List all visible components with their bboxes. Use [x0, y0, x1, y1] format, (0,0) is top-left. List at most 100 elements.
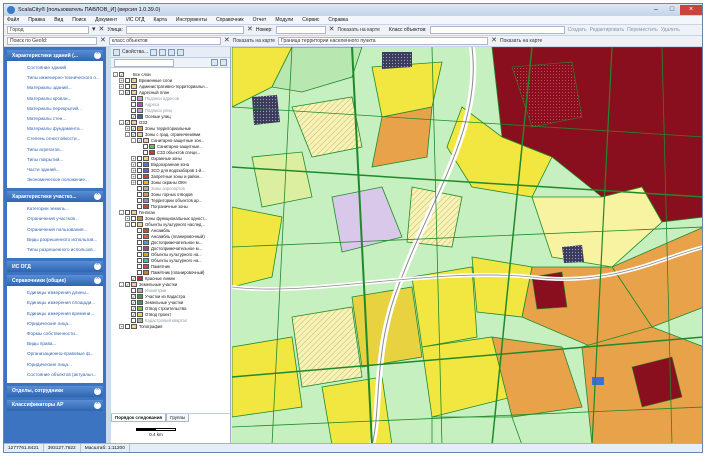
menu-item[interactable]: Файл: [7, 17, 19, 23]
section-header[interactable]: Характеристики участко... ⌃: [7, 191, 103, 203]
zoom-icon[interactable]: [150, 48, 158, 56]
collapse-chevron-icon[interactable]: ⌃: [94, 277, 101, 285]
layer-checkbox[interactable]: [131, 287, 136, 293]
menu-item[interactable]: Модули: [275, 17, 293, 23]
expand-toggle-icon[interactable]: +: [131, 167, 136, 173]
collapse-chevron-icon[interactable]: ⌃: [94, 401, 101, 409]
expand-toggle-icon[interactable]: -: [119, 209, 124, 215]
pan-icon[interactable]: [168, 48, 176, 56]
menu-item[interactable]: Отчет: [253, 17, 267, 23]
layer-checkbox[interactable]: [131, 101, 136, 107]
layer-checkbox[interactable]: [137, 191, 142, 197]
expand-toggle-icon[interactable]: -: [113, 71, 118, 77]
layer-checkbox[interactable]: [131, 95, 136, 101]
layer-checkbox[interactable]: [137, 263, 142, 269]
object-class-input[interactable]: класс объектов: [108, 37, 221, 45]
layer-checkbox[interactable]: [137, 269, 142, 275]
section-header[interactable]: ИС ОГД ⌃: [7, 261, 103, 273]
expand-toggle-icon[interactable]: +: [125, 215, 130, 221]
layer-tree-row[interactable]: + Топография: [111, 323, 230, 329]
expand-toggle-icon[interactable]: +: [125, 125, 130, 131]
collapse-chevron-icon[interactable]: ⌃: [94, 387, 101, 395]
show-on-map-button-3[interactable]: Показать на карте: [500, 38, 542, 44]
show-on-map-button-2[interactable]: Показать на карте: [233, 38, 275, 44]
expand-toggle-icon[interactable]: +: [131, 161, 136, 167]
create-button[interactable]: Создать: [568, 27, 587, 33]
expand-toggle-icon[interactable]: -: [119, 281, 124, 287]
reference-link[interactable]: Виды разрешенного использов...: [7, 235, 103, 245]
clear-number-icon[interactable]: ✕: [329, 26, 335, 34]
layer-checkbox[interactable]: [137, 251, 142, 257]
show-on-map-button[interactable]: Показать на карте: [338, 27, 380, 33]
reference-link[interactable]: Ограничения участков...: [7, 214, 103, 224]
clear-street-icon[interactable]: ✕: [247, 26, 253, 34]
layer-checkbox[interactable]: ✓: [131, 275, 136, 281]
menu-item[interactable]: Справка: [328, 17, 348, 23]
layer-checkbox[interactable]: [143, 149, 148, 155]
layer-checkbox[interactable]: [137, 257, 142, 263]
reference-link[interactable]: Материалы перекрытий...: [7, 104, 103, 114]
reference-link[interactable]: Состояние объектов (актуальн...: [7, 370, 103, 380]
move-button[interactable]: Переместить: [627, 27, 658, 33]
layer-checkbox[interactable]: [137, 167, 142, 173]
reference-link[interactable]: Единицы измерения времени...: [7, 309, 103, 319]
clear-boundary-icon[interactable]: ✕: [491, 37, 497, 45]
clear-icon[interactable]: ✕: [99, 26, 105, 34]
layer-checkbox[interactable]: ✓: [131, 299, 136, 305]
reference-link[interactable]: Материалы фундамента...: [7, 124, 103, 134]
expand-toggle-icon[interactable]: +: [131, 173, 136, 179]
layer-checkbox[interactable]: [137, 173, 142, 179]
menu-item[interactable]: Инструменты: [176, 17, 207, 23]
reference-link[interactable]: Типы разрешенного использов...: [7, 245, 103, 255]
properties-button[interactable]: Свойства...: [122, 49, 148, 55]
reference-link[interactable]: Типы инженерно-технического о...: [7, 73, 103, 83]
menu-item[interactable]: Поиск: [72, 17, 86, 23]
layer-checkbox[interactable]: [137, 227, 142, 233]
expand-toggle-icon[interactable]: +: [119, 77, 124, 83]
layer-checkbox[interactable]: [137, 197, 142, 203]
section-header[interactable]: Классификаторы АР ⌃: [7, 399, 103, 411]
map-canvas[interactable]: [232, 47, 702, 443]
layer-checkbox[interactable]: ✓: [131, 131, 136, 137]
menu-item[interactable]: Сервис: [302, 17, 319, 23]
reference-link[interactable]: Юридические лица...: [7, 360, 103, 370]
info-icon[interactable]: [177, 48, 185, 56]
reference-link[interactable]: Экономическое положение...: [7, 175, 103, 185]
layer-checkbox[interactable]: [131, 221, 136, 227]
reference-link[interactable]: Типы покрытий...: [7, 155, 103, 165]
properties-icon[interactable]: [113, 48, 120, 56]
reference-link[interactable]: Формы собственности...: [7, 329, 103, 339]
layer-checkbox[interactable]: [143, 143, 148, 149]
layer-checkbox[interactable]: [125, 323, 130, 329]
layer-checkbox[interactable]: [131, 107, 136, 113]
reference-link[interactable]: Материалы зданий...: [7, 83, 103, 93]
reference-link[interactable]: Ограничения пользования...: [7, 225, 103, 235]
reference-link[interactable]: Виды права...: [7, 339, 103, 349]
street-input[interactable]: [125, 26, 244, 34]
reference-link[interactable]: Организационно-правовые ф...: [7, 349, 103, 359]
layer-checkbox[interactable]: [125, 209, 130, 215]
close-tree-icon[interactable]: [220, 59, 227, 66]
layer-checkbox[interactable]: ✓: [125, 89, 130, 95]
reference-link[interactable]: Материалы кровли...: [7, 94, 103, 104]
menu-item[interactable]: ИС ОГД: [126, 17, 144, 23]
layer-checkbox[interactable]: ✓: [137, 137, 142, 143]
minimize-button[interactable]: –: [648, 5, 664, 15]
boundary-select[interactable]: Граница территории населенного пункта: [278, 37, 489, 45]
layer-checkbox[interactable]: [137, 155, 142, 161]
reference-link[interactable]: Материалы стен...: [7, 114, 103, 124]
layer-filter-input[interactable]: [114, 58, 174, 67]
expand-toggle-icon[interactable]: +: [119, 323, 124, 329]
expand-toggle-icon[interactable]: +: [131, 155, 136, 161]
number-input[interactable]: [275, 26, 326, 34]
layer-checkbox[interactable]: [137, 161, 142, 167]
expand-toggle-icon[interactable]: +: [131, 179, 136, 185]
geoid-search-input[interactable]: Поиск по GeoId:: [7, 37, 97, 45]
delete-button[interactable]: Удалить: [661, 27, 680, 33]
layer-checkbox[interactable]: [125, 83, 130, 89]
reference-link[interactable]: Состояние зданий: [7, 63, 103, 73]
layer-checkbox[interactable]: [137, 179, 142, 185]
menu-item[interactable]: Справочник: [216, 17, 244, 23]
layer-checkbox[interactable]: [137, 203, 142, 209]
layer-checkbox[interactable]: [137, 239, 142, 245]
